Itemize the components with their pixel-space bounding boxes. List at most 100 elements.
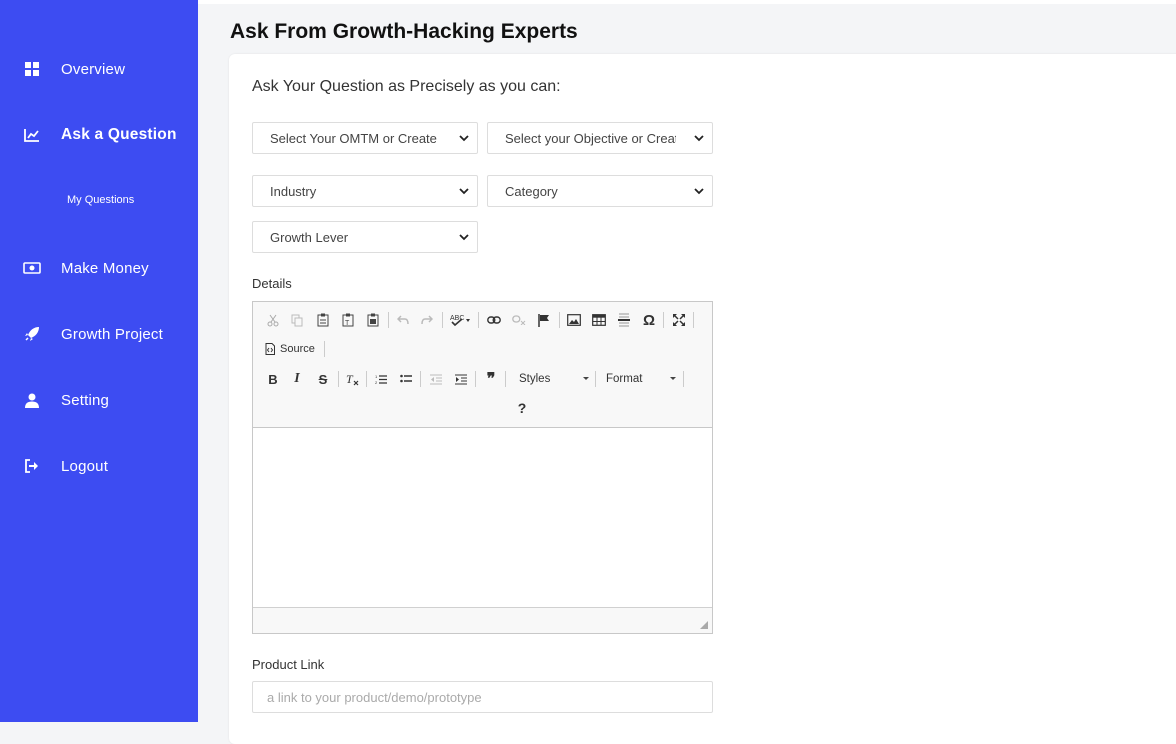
- grid-icon: [23, 60, 41, 78]
- toolbar-separator: [420, 371, 421, 387]
- toolbar-separator: [663, 312, 664, 328]
- form-heading: Ask Your Question as Precisely as you ca…: [252, 78, 561, 95]
- svg-text:2: 2: [375, 380, 378, 385]
- anchor-flag-icon[interactable]: [534, 310, 554, 330]
- maximize-icon[interactable]: [669, 310, 689, 330]
- source-icon: [265, 343, 275, 355]
- toolbar-separator: [475, 371, 476, 387]
- styles-dropdown[interactable]: Styles: [519, 370, 589, 388]
- dropdown-arrow-icon: [670, 377, 676, 380]
- sidebar-item-label: Overview: [61, 60, 126, 78]
- sidebar-item-label: Logout: [61, 457, 109, 475]
- copy-icon[interactable]: [287, 310, 307, 330]
- table-icon[interactable]: [589, 310, 609, 330]
- money-icon: [23, 259, 41, 277]
- svg-text:T: T: [346, 373, 354, 386]
- sidebar-subitem-my-questions[interactable]: My Questions: [67, 194, 134, 206]
- format-dropdown-label: Format: [606, 373, 643, 385]
- industry-select-value: Industry: [270, 183, 317, 199]
- omtm-select-value: Select Your OMTM or Create: [270, 130, 437, 146]
- sidebar-item-ask-question[interactable]: Ask a Question: [0, 115, 198, 155]
- logout-icon: [23, 457, 41, 475]
- main-content: Ask From Growth-Hacking Experts Ask Your…: [198, 0, 1176, 744]
- editor-content-area[interactable]: [253, 427, 712, 608]
- growth-lever-select-value: Growth Lever: [270, 229, 349, 245]
- paste-icon[interactable]: [313, 310, 333, 330]
- page-title: Ask From Growth-Hacking Experts: [230, 20, 578, 43]
- sidebar-item-label: Make Money: [61, 259, 149, 277]
- sidebar-item-overview[interactable]: Overview: [0, 49, 198, 89]
- chevron-down-icon: [694, 188, 704, 195]
- category-select-value: Category: [505, 183, 558, 199]
- spellcheck-icon[interactable]: ABC: [449, 310, 473, 330]
- chevron-down-icon: [694, 135, 704, 142]
- outdent-icon[interactable]: [426, 369, 446, 389]
- product-link-input[interactable]: [252, 681, 713, 713]
- sidebar-item-setting[interactable]: Setting: [0, 380, 198, 420]
- details-label: Details: [252, 276, 292, 291]
- product-link-label: Product Link: [252, 657, 325, 672]
- svg-text:1: 1: [375, 374, 378, 379]
- chevron-down-icon: [459, 135, 469, 142]
- omtm-select[interactable]: Select Your OMTM or Create: [252, 122, 478, 154]
- help-button[interactable]: ?: [512, 398, 532, 418]
- bullet-list-icon[interactable]: [396, 369, 416, 389]
- special-char-icon[interactable]: Ω: [639, 310, 659, 330]
- paste-text-icon[interactable]: T: [338, 310, 358, 330]
- toolbar-separator: [505, 371, 506, 387]
- industry-select[interactable]: Industry: [252, 175, 478, 207]
- redo-icon[interactable]: [417, 310, 437, 330]
- toolbar-separator: [683, 371, 684, 387]
- paste-word-icon[interactable]: [363, 310, 383, 330]
- sidebar-item-label: Growth Project: [61, 325, 163, 343]
- indent-icon[interactable]: [451, 369, 471, 389]
- details-editor: T ABC Ω Source B I S T 1 2 ❞ Styles Form…: [252, 301, 713, 634]
- unlink-icon[interactable]: [509, 310, 529, 330]
- numbered-list-icon[interactable]: 12: [371, 369, 391, 389]
- bold-button[interactable]: B: [263, 369, 283, 389]
- source-label: Source: [280, 343, 315, 355]
- toolbar-separator: [478, 312, 479, 328]
- sidebar-item-growth-project[interactable]: Growth Project: [0, 314, 198, 354]
- dropdown-arrow-icon: [583, 377, 589, 380]
- sidebar: Overview Ask a Question My Questions Mak…: [0, 0, 198, 722]
- sidebar-item-make-money[interactable]: Make Money: [0, 248, 198, 288]
- toolbar-separator: [388, 312, 389, 328]
- toolbar-separator: [693, 312, 694, 328]
- category-select[interactable]: Category: [487, 175, 713, 207]
- sidebar-item-label: Ask a Question: [61, 126, 177, 143]
- cut-icon[interactable]: [263, 310, 283, 330]
- toolbar-separator: [338, 371, 339, 387]
- styles-dropdown-label: Styles: [519, 373, 551, 385]
- top-bar: [198, 0, 1176, 4]
- toolbar-separator: [366, 371, 367, 387]
- question-form-card: Ask Your Question as Precisely as you ca…: [229, 54, 1176, 744]
- italic-button[interactable]: I: [287, 369, 307, 389]
- toolbar-separator: [442, 312, 443, 328]
- link-icon[interactable]: [484, 310, 504, 330]
- growth-lever-select[interactable]: Growth Lever: [252, 221, 478, 253]
- blockquote-icon[interactable]: ❞: [481, 369, 501, 389]
- toolbar-separator: [595, 371, 596, 387]
- svg-text:ABC: ABC: [450, 315, 464, 322]
- toolbar-separator: [559, 312, 560, 328]
- svg-text:T: T: [345, 320, 350, 327]
- format-dropdown[interactable]: Format: [606, 370, 676, 388]
- editor-toolbar: T ABC Ω Source B I S T 1 2 ❞ Styles Form…: [253, 302, 712, 427]
- horizontal-line-icon[interactable]: [614, 310, 634, 330]
- user-icon: [23, 391, 41, 409]
- objective-select-value: Select your Objective or Create: [505, 130, 676, 146]
- toolbar-separator: [324, 341, 325, 357]
- chart-line-icon: [23, 126, 41, 144]
- sidebar-item-logout[interactable]: Logout: [0, 446, 198, 486]
- undo-icon[interactable]: [393, 310, 413, 330]
- objective-select[interactable]: Select your Objective or Create: [487, 122, 713, 154]
- image-icon[interactable]: [564, 310, 584, 330]
- remove-format-icon[interactable]: T: [343, 369, 363, 389]
- source-button[interactable]: Source: [265, 339, 325, 359]
- sidebar-item-label: Setting: [61, 391, 110, 409]
- strikethrough-button[interactable]: S: [313, 369, 333, 389]
- rocket-icon: [23, 325, 41, 343]
- resize-handle-icon[interactable]: [700, 621, 708, 629]
- chevron-down-icon: [459, 234, 469, 241]
